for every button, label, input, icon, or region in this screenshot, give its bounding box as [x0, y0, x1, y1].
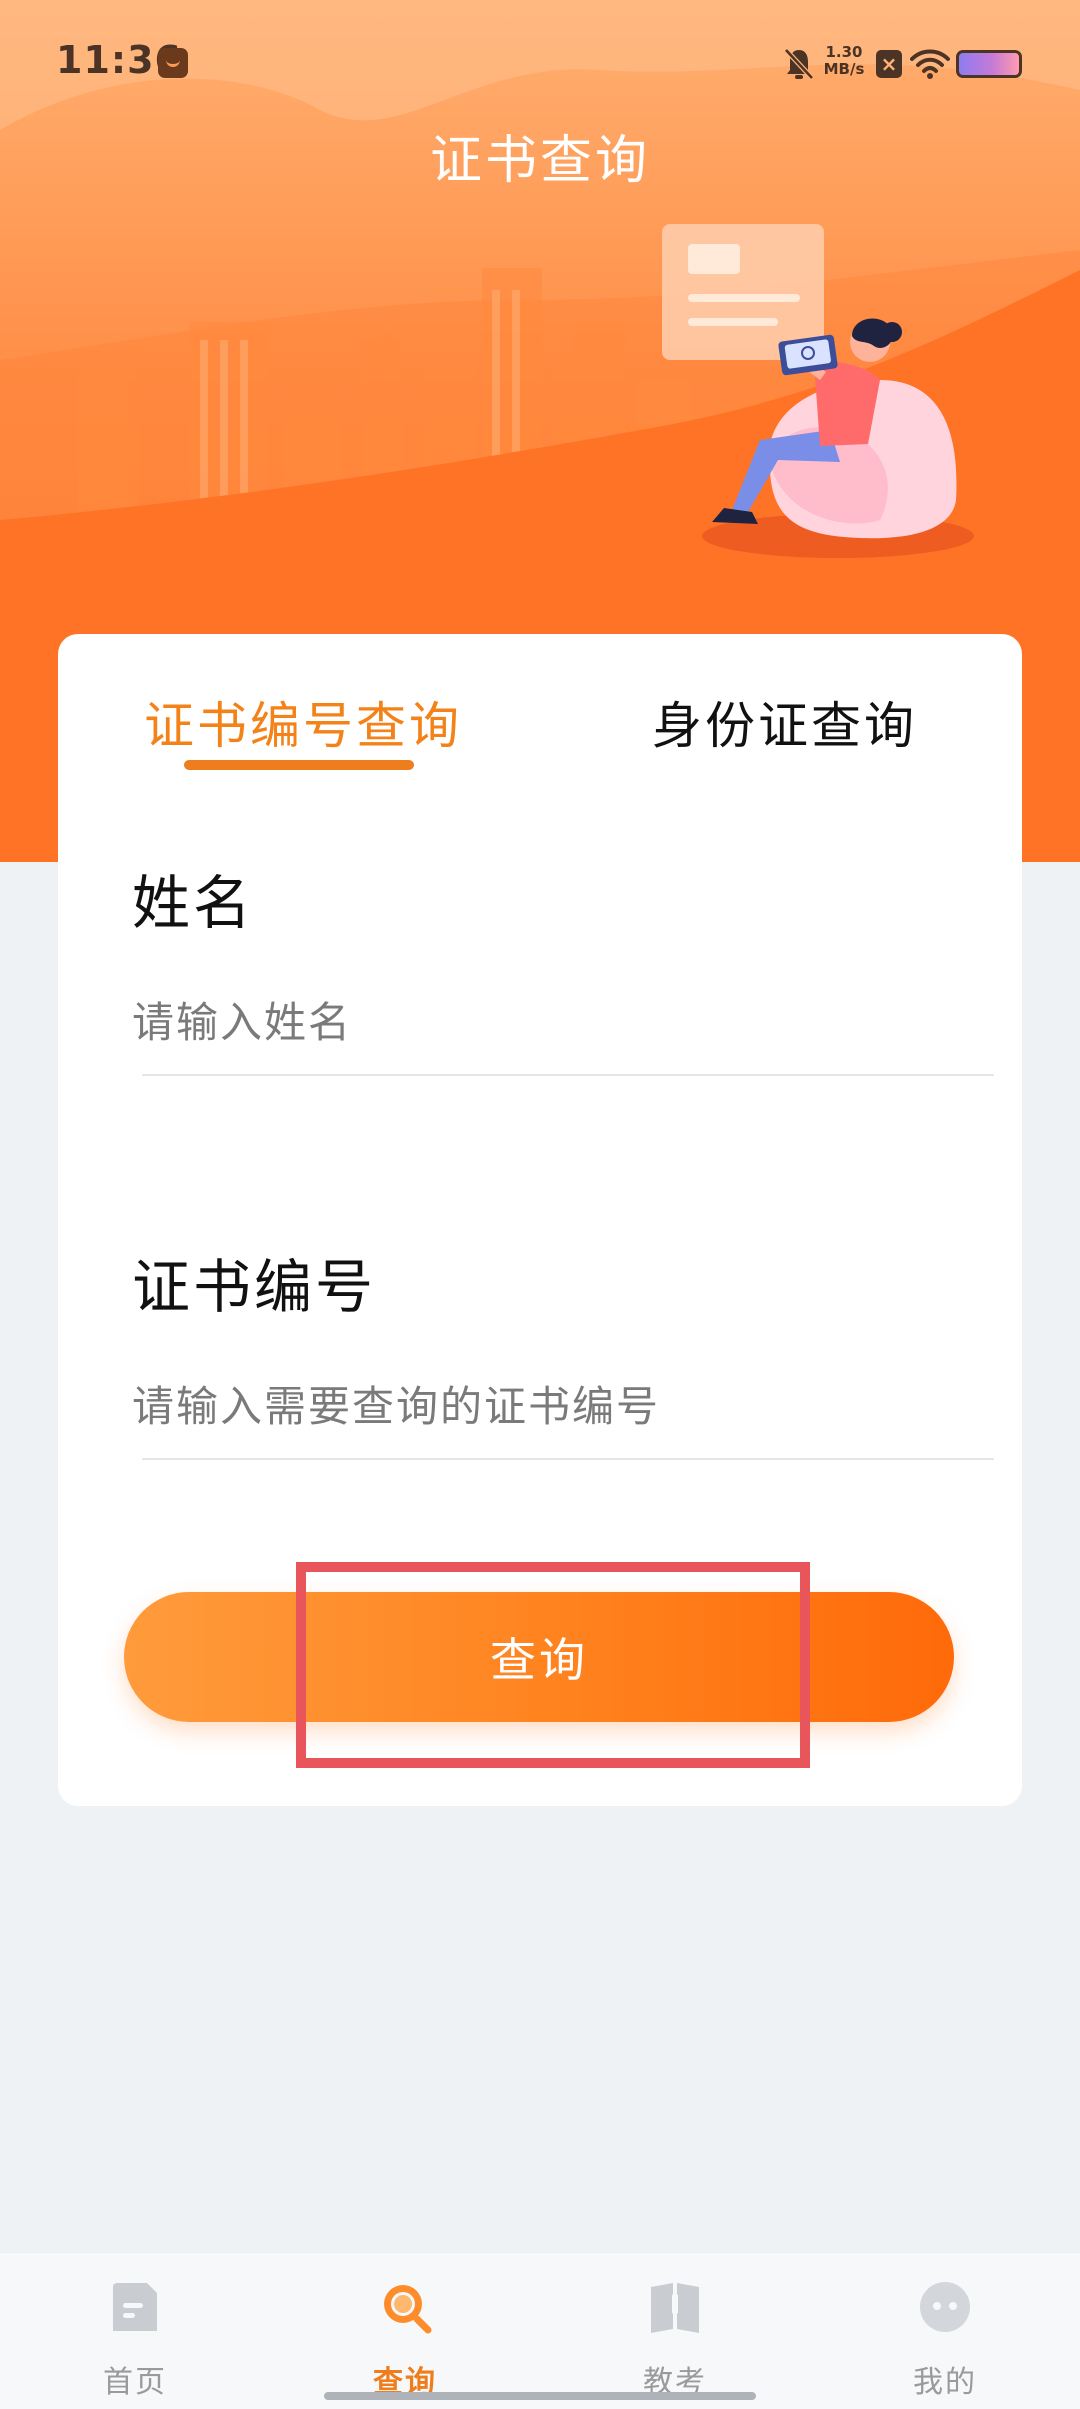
- network-speed-unit: MB/s: [823, 60, 865, 78]
- nav-label-profile: 我的: [913, 2365, 977, 2400]
- notification-bag-icon: [158, 48, 188, 78]
- tab-certificate-number[interactable]: 证书编号查询: [144, 686, 462, 758]
- nav-label-home: 首页: [103, 2365, 167, 2400]
- document-icon: [113, 2283, 157, 2331]
- no-sim-icon: ×: [876, 50, 902, 78]
- book-icon: [651, 2283, 699, 2333]
- home-indicator[interactable]: [324, 2392, 756, 2400]
- name-label: 姓名: [132, 869, 255, 937]
- query-card: 证书编号查询 身份证查询 姓名 证书编号 查询: [58, 634, 1022, 1806]
- nav-item-query[interactable]: 查询: [270, 2253, 540, 2409]
- certificate-number-input[interactable]: [132, 1366, 994, 1446]
- certificate-number-underline: [142, 1458, 994, 1460]
- certificate-number-label: 证书编号: [132, 1253, 377, 1321]
- bottom-navigation: 首页 查询 教考 我的: [0, 2252, 1080, 2409]
- name-input[interactable]: [132, 982, 994, 1062]
- network-speed-value: 1.30: [825, 43, 863, 61]
- wifi-icon: [910, 49, 950, 79]
- query-button[interactable]: 查询: [124, 1592, 954, 1722]
- page-title: 证书查询: [429, 131, 650, 191]
- search-icon: [384, 2285, 432, 2334]
- nav-item-home[interactable]: 首页: [0, 2253, 270, 2409]
- network-speed: 1.30 MB/s: [822, 44, 866, 78]
- name-input-underline: [142, 1074, 994, 1076]
- profile-face-icon: [920, 2282, 970, 2332]
- tab-id-card[interactable]: 身份证查询: [652, 686, 917, 758]
- battery-icon: [956, 50, 1022, 78]
- active-tab-indicator: [184, 760, 414, 770]
- nav-item-profile[interactable]: 我的: [810, 2253, 1080, 2409]
- mute-bell-icon: [784, 48, 814, 80]
- nav-item-education[interactable]: 教考: [540, 2253, 810, 2409]
- status-bar: 11:36 1.30 MB/s ×: [0, 0, 1080, 120]
